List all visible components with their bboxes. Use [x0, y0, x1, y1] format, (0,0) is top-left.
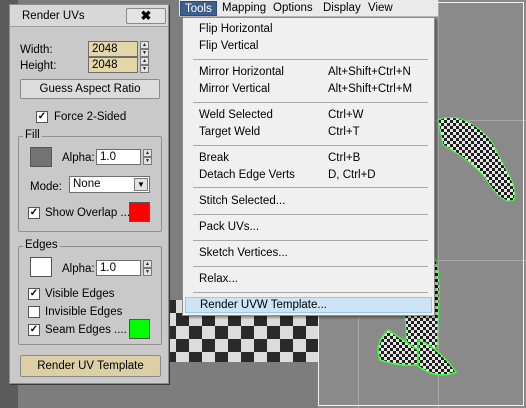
spinner-down-icon[interactable]: ▼ [140, 65, 149, 73]
menu-item-shortcut: Ctrl+T [328, 126, 360, 138]
mode-label: Mode: [30, 181, 62, 193]
visible-edges-checkbox[interactable]: ✓ [28, 288, 40, 300]
invisible-edges-checkbox[interactable] [28, 306, 40, 318]
menu-item-sketch-vertices[interactable]: Sketch Vertices... [185, 246, 432, 262]
menu-item-label: Render UVW Template... [200, 299, 327, 311]
guess-aspect-ratio-button[interactable]: Guess Aspect Ratio [20, 79, 160, 99]
menu-item-label: Weld Selected [199, 109, 273, 121]
menu-mapping[interactable]: Mapping [218, 1, 270, 16]
menu-item-label: Sketch Vertices... [199, 247, 288, 259]
menu-display[interactable]: Display [319, 1, 365, 16]
menu-item-label: Flip Vertical [199, 40, 259, 52]
close-button[interactable]: ✖ [126, 8, 166, 24]
chevron-down-icon[interactable]: ▼ [134, 178, 148, 191]
width-spinner[interactable]: ▲ ▼ [140, 41, 149, 57]
seam-edges-label: Seam Edges .... [45, 324, 127, 336]
fill-alpha-spinner[interactable]: ▲ ▼ [143, 149, 152, 165]
seam-edges-checkbox[interactable]: ✓ [28, 324, 40, 336]
force-2sided-checkbox[interactable]: ✓ [36, 111, 48, 123]
width-label: Width: [20, 44, 53, 56]
menu-item-break[interactable]: Break Ctrl+B [185, 151, 432, 167]
spinner-down-icon[interactable]: ▼ [140, 49, 149, 57]
overlap-color-swatch[interactable] [129, 202, 150, 222]
height-spinner[interactable]: ▲ ▼ [140, 57, 149, 73]
seam-color-swatch[interactable] [129, 319, 150, 339]
menu-item-flip-horizontal[interactable]: Flip Horizontal [185, 22, 432, 38]
fill-color-swatch[interactable] [30, 147, 52, 167]
menu-item-shortcut: Ctrl+B [328, 152, 361, 164]
menu-tools[interactable]: Tools [180, 1, 217, 16]
render-uvs-panel: Render UVs ✖ Width: 2048 ▲ ▼ Height: 2048… [9, 4, 169, 384]
menu-separator [193, 266, 428, 267]
menu-item-relax[interactable]: Relax... [185, 272, 432, 288]
menu-item-weld-selected[interactable]: Weld Selected Ctrl+W [185, 108, 432, 124]
menu-item-shortcut: Alt+Shift+Ctrl+M [328, 83, 413, 95]
menu-options[interactable]: Options [269, 1, 317, 16]
menu-item-label: Mirror Vertical [199, 83, 270, 95]
panel-title: Render UVs [22, 10, 85, 22]
menu-separator [193, 145, 428, 146]
menu-item-label: Detach Edge Verts [199, 169, 295, 181]
edge-alpha-input[interactable]: 1.0 [96, 260, 141, 276]
edges-group-label: Edges [23, 239, 60, 251]
spinner-up-icon[interactable]: ▲ [140, 57, 149, 65]
menu-item-flip-vertical[interactable]: Flip Vertical [185, 39, 432, 55]
menu-item-stitch-selected[interactable]: Stitch Selected... [185, 194, 432, 210]
spinner-up-icon[interactable]: ▲ [143, 260, 152, 268]
menu-view[interactable]: View [364, 1, 397, 16]
edge-alpha-label: Alpha: [62, 263, 95, 275]
menu-item-shortcut: D, Ctrl+D [328, 169, 376, 181]
fill-alpha-label: Alpha: [62, 152, 95, 164]
menu-item-label: Flip Horizontal [199, 23, 273, 35]
menu-separator [193, 240, 428, 241]
fill-group-label: Fill [23, 129, 42, 141]
invisible-edges-label: Invisible Edges [45, 306, 123, 318]
visible-edges-label: Visible Edges [45, 288, 115, 300]
menu-item-render-uvw-template[interactable]: Render UVW Template... [185, 297, 432, 313]
menu-item-shortcut: Ctrl+W [328, 109, 364, 121]
menu-item-label: Mirror Horizontal [199, 66, 284, 78]
menu-item-mirror-vertical[interactable]: Mirror Vertical Alt+Shift+Ctrl+M [185, 82, 432, 98]
width-input[interactable]: 2048 [88, 41, 138, 57]
menu-item-mirror-horizontal[interactable]: Mirror Horizontal Alt+Shift+Ctrl+N [185, 65, 432, 81]
menu-item-label: Break [199, 152, 230, 164]
show-overlap-checkbox[interactable]: ✓ [28, 207, 40, 219]
panel-title-bar[interactable]: Render UVs ✖ [10, 5, 168, 27]
menu-separator [193, 59, 428, 60]
show-overlap-label: Show Overlap ... [45, 207, 131, 219]
menu-separator [193, 292, 428, 293]
fill-alpha-input[interactable]: 1.0 [96, 149, 141, 165]
edge-alpha-spinner[interactable]: ▲ ▼ [143, 260, 152, 276]
mode-value: None [73, 178, 101, 190]
menu-item-label: Relax... [199, 273, 238, 285]
close-icon: ✖ [140, 8, 152, 23]
height-label: Height: [20, 60, 57, 72]
tools-menu: Flip Horizontal Flip Vertical Mirror Hor… [182, 17, 435, 316]
spinner-down-icon[interactable]: ▼ [143, 157, 152, 165]
menu-item-shortcut: Alt+Shift+Ctrl+N [328, 66, 411, 78]
menu-item-detach-edge-verts[interactable]: Detach Edge Verts D, Ctrl+D [185, 168, 432, 184]
mode-select[interactable]: None ▼ [69, 176, 150, 193]
menu-bar: Tools Mapping Options Display View [179, 0, 438, 17]
spinner-up-icon[interactable]: ▲ [140, 41, 149, 49]
menu-item-label: Stitch Selected... [199, 195, 286, 207]
menu-item-target-weld[interactable]: Target Weld Ctrl+T [185, 125, 432, 141]
render-uv-template-button[interactable]: Render UV Template [20, 355, 161, 377]
menu-separator [193, 102, 428, 103]
menu-item-pack-uvs[interactable]: Pack UVs... [185, 220, 432, 236]
menu-item-label: Pack UVs... [199, 221, 260, 233]
menu-separator [193, 187, 428, 188]
spinner-down-icon[interactable]: ▼ [143, 268, 152, 276]
height-input[interactable]: 2048 [88, 57, 138, 73]
edge-color-swatch[interactable] [30, 257, 52, 277]
force-2sided-label: Force 2-Sided [54, 111, 127, 123]
spinner-up-icon[interactable]: ▲ [143, 149, 152, 157]
menu-item-label: Target Weld [199, 126, 261, 138]
menu-separator [193, 214, 428, 215]
